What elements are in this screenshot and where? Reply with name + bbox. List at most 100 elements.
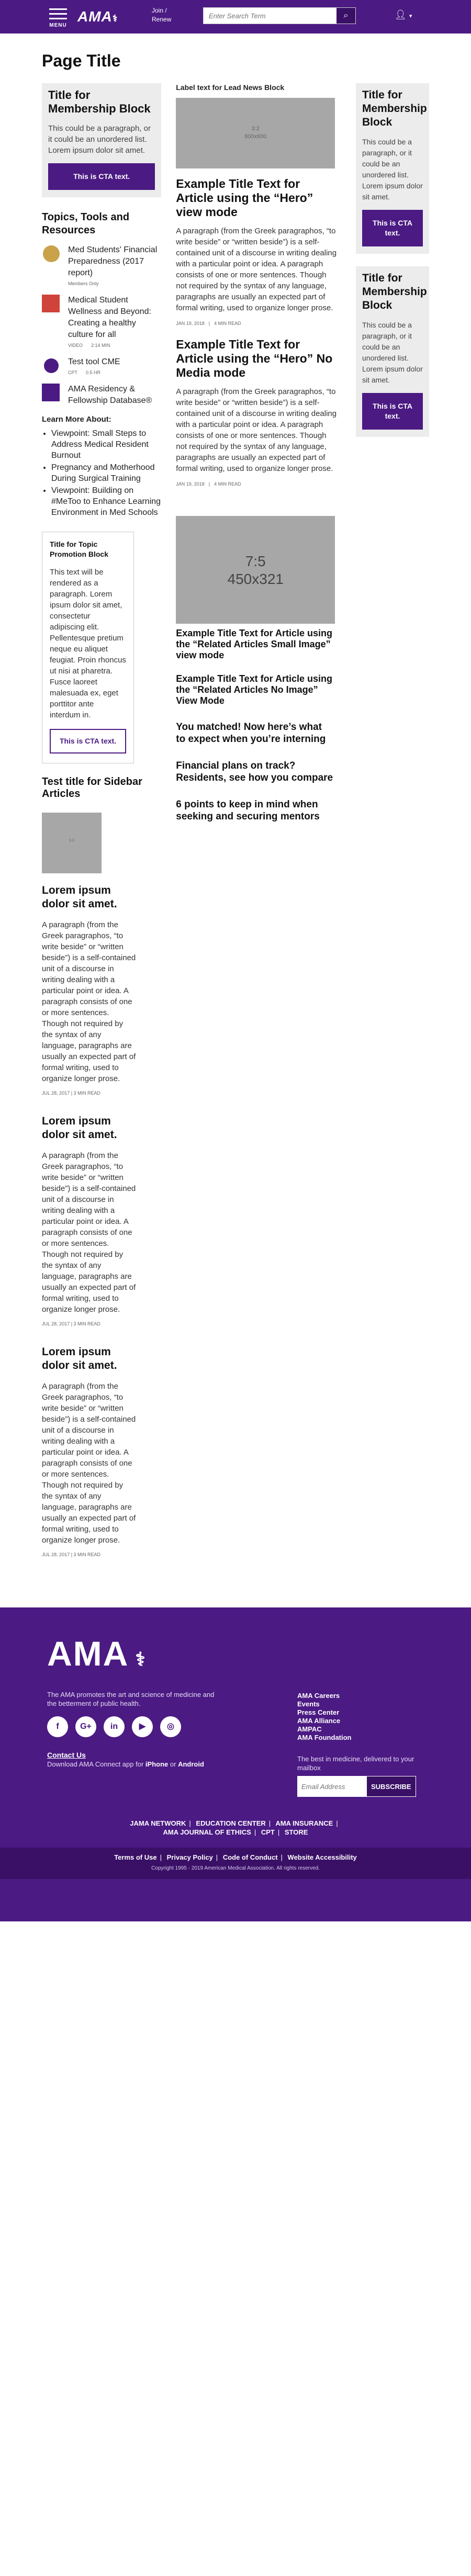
hero-nomedia-title: Example Title Text for Article using the… <box>176 338 333 379</box>
search-icon: ⌕ <box>343 11 349 20</box>
legal-link[interactable]: Privacy Policy <box>167 1853 213 1861</box>
user-menu[interactable]: 👤︎ ▾ <box>395 9 412 20</box>
sidebar-article-meta: JUL 28, 2017 | 3 MIN READ <box>42 1090 101 1096</box>
sidebar-article[interactable]: Lorem ipsum dolor sit amet. A paragraph … <box>42 1115 136 1326</box>
membership-title: Title for Membership Block <box>362 272 427 311</box>
topic-meta: Members Only <box>68 281 99 286</box>
join-renew-link[interactable]: Join / Renew <box>152 6 171 24</box>
hero-article-meta: JAN 19, 2018 | 4 MIN READ <box>176 321 241 326</box>
linkedin-icon[interactable]: in <box>104 1716 125 1737</box>
membership-block: Title for Membership Block This could be… <box>42 83 162 197</box>
legal-links: Terms of Use | Privacy Policy | Code of Co… <box>114 1853 357 1861</box>
topic-title: Test tool CME <box>68 357 120 366</box>
hero-article[interactable]: Example Title Text for Article using the… <box>176 177 339 326</box>
topic-item[interactable]: AMA Residency & Fellowship Database® <box>42 384 161 407</box>
iphone-link[interactable]: iPhone <box>145 1760 168 1768</box>
related-no-image-title[interactable]: Example Title Text for Article using the… <box>176 673 333 706</box>
topic-item[interactable]: Medical Student Wellness and Beyond: Cre… <box>42 295 161 348</box>
footer-link[interactable]: AMA Careers <box>297 1692 352 1700</box>
promo-cta-button[interactable]: This is CTA text. <box>50 729 126 753</box>
topic-meta: CPT 0.5 HR <box>68 370 101 375</box>
search-button[interactable]: ⌕ <box>337 8 355 24</box>
membership-text: This could be a paragraph, or it could b… <box>48 124 151 155</box>
hero-nomedia-article[interactable]: Example Title Text for Article using the… <box>176 338 339 487</box>
article-link[interactable]: You matched! Now here’s what to expect w… <box>176 721 333 745</box>
brand-link[interactable]: AMA JOURNAL OF ETHICS <box>163 1828 251 1836</box>
sidebar-article[interactable]: Lorem ipsum dolor sit amet. A paragraph … <box>42 884 136 1096</box>
brand-link[interactable]: EDUCATION CENTER <box>196 1819 265 1827</box>
brand-link[interactable]: JAMA NETWORK <box>130 1819 186 1827</box>
menu-button[interactable]: MENU <box>47 5 69 28</box>
ama-staff-icon: ⚕ <box>112 13 118 24</box>
brand-link[interactable]: CPT <box>261 1828 275 1836</box>
membership-text: This could be a paragraph, or it could b… <box>362 321 423 384</box>
left-column: Title for Membership Block This could be… <box>42 83 162 1576</box>
footer-links: AMA Careers Events Press Center AMA Alli… <box>297 1692 352 1742</box>
sidebar-article[interactable]: Lorem ipsum dolor sit amet. A paragraph … <box>42 1345 136 1557</box>
sidebar-article-meta: JUL 28, 2017 | 3 MIN READ <box>42 1552 101 1557</box>
hero-image-placeholder[interactable]: 3:2 800x600 <box>176 98 335 168</box>
legal-link[interactable]: Terms of Use <box>114 1853 156 1861</box>
subscribe-button[interactable]: SUBSCRIBE <box>366 1776 416 1797</box>
promo-text: This text will be rendered as a paragrap… <box>50 568 126 719</box>
learn-more-title: Learn More About: <box>42 415 111 424</box>
sidebar-articles-title: Test title for Sidebar Articles <box>42 776 142 800</box>
membership-cta-button[interactable]: This is CTA text. <box>362 210 423 246</box>
page-title: Page Title <box>42 51 121 70</box>
youtube-icon[interactable]: ▶ <box>132 1716 153 1737</box>
learn-more-link[interactable]: Viewpoint: Small Steps to Address Medica… <box>51 428 161 461</box>
legal-link[interactable]: Website Accessibility <box>288 1853 357 1861</box>
ama-staff-icon: ⚕ <box>135 1648 147 1670</box>
footer-link[interactable]: AMA Foundation <box>297 1734 352 1742</box>
app-download-text: Download AMA Connect app for iPhone or A… <box>47 1760 204 1768</box>
sidebar-image-placeholder: 1:1 <box>42 813 102 873</box>
related-small-image-title[interactable]: Example Title Text for Article using the… <box>176 628 333 661</box>
membership-cta-button[interactable]: This is CTA text. <box>48 163 155 190</box>
footer-link[interactable]: AMA Alliance <box>297 1717 352 1725</box>
learn-more-link[interactable]: Pregnancy and Motherhood During Surgical… <box>51 462 161 484</box>
instagram-icon[interactable]: ◎ <box>160 1716 181 1737</box>
right-column: Title for Membership Block This could be… <box>356 83 429 449</box>
topic-thumbnail <box>42 384 63 402</box>
topic-title: AMA Residency & Fellowship Database® <box>68 385 152 405</box>
footer-description: The AMA promotes the art and science of … <box>47 1691 215 1707</box>
sidebar-article-text: A paragraph (from the Greek paragraphos,… <box>42 920 136 1083</box>
contact-us-link[interactable]: Contact Us <box>47 1751 86 1759</box>
topic-thumbnail <box>42 295 63 313</box>
footer-link[interactable]: Events <box>297 1700 352 1708</box>
hero-nomedia-meta: JAN 19, 2018 | 4 MIN READ <box>176 481 241 487</box>
brand-link[interactable]: STORE <box>285 1828 308 1836</box>
footer-link[interactable]: Press Center <box>297 1708 352 1717</box>
article-link[interactable]: Financial plans on track? Residents, see… <box>176 760 333 784</box>
topic-promotion-block: Title for Topic Promotion Block This tex… <box>42 532 134 763</box>
learn-more-link[interactable]: Viewpoint: Building on #MeToo to Enhance… <box>51 485 161 518</box>
site-footer: AMA ⚕ The AMA promotes the art and scienc… <box>0 1607 471 1921</box>
legal-link[interactable]: Code of Conduct <box>223 1853 278 1861</box>
article-link[interactable]: 6 points to keep in mind when seeking an… <box>176 798 333 823</box>
hero-article-title: Example Title Text for Article using the… <box>176 177 313 219</box>
footer-link[interactable]: AMPAC <box>297 1725 352 1734</box>
hamburger-icon <box>47 8 69 19</box>
facebook-icon[interactable]: f <box>47 1716 68 1737</box>
ama-logo[interactable]: AMA⚕ <box>77 8 118 25</box>
search-input[interactable] <box>204 8 335 24</box>
android-link[interactable]: Android <box>178 1760 204 1768</box>
site-header: MENU AMA⚕ Join / Renew ⌕ 👤︎ ▾ <box>0 0 471 33</box>
google-plus-icon[interactable]: G+ <box>75 1716 96 1737</box>
email-field[interactable] <box>297 1776 366 1797</box>
footer-logo[interactable]: AMA ⚕ <box>47 1634 147 1673</box>
sidebar-article-title: Lorem ipsum dolor sit amet. <box>42 1115 117 1141</box>
menu-label: MENU <box>49 23 67 28</box>
related-image-placeholder[interactable]: 7:5 450x321 <box>176 516 335 624</box>
sidebar-article-text: A paragraph (from the Greek paragraphos,… <box>42 1151 136 1314</box>
topic-item[interactable]: Med Students' Financial Preparedness (20… <box>42 244 161 286</box>
sidebar-article-text: A paragraph (from the Greek paragraphos,… <box>42 1382 136 1545</box>
newsletter-text: The best in medicine, delivered to your … <box>297 1755 414 1772</box>
topic-thumbnail <box>42 244 63 263</box>
topic-item[interactable]: Test tool CME CPT 0.5 HR <box>42 356 161 375</box>
main-column: Label text for Lead News Block 3:2 800x6… <box>176 83 341 837</box>
chevron-down-icon: ▾ <box>409 13 412 19</box>
hero-article-text: A paragraph (from the Greek paragraphos,… <box>176 227 337 312</box>
brand-link[interactable]: AMA INSURANCE <box>275 1819 333 1827</box>
membership-cta-button[interactable]: This is CTA text. <box>362 393 423 430</box>
